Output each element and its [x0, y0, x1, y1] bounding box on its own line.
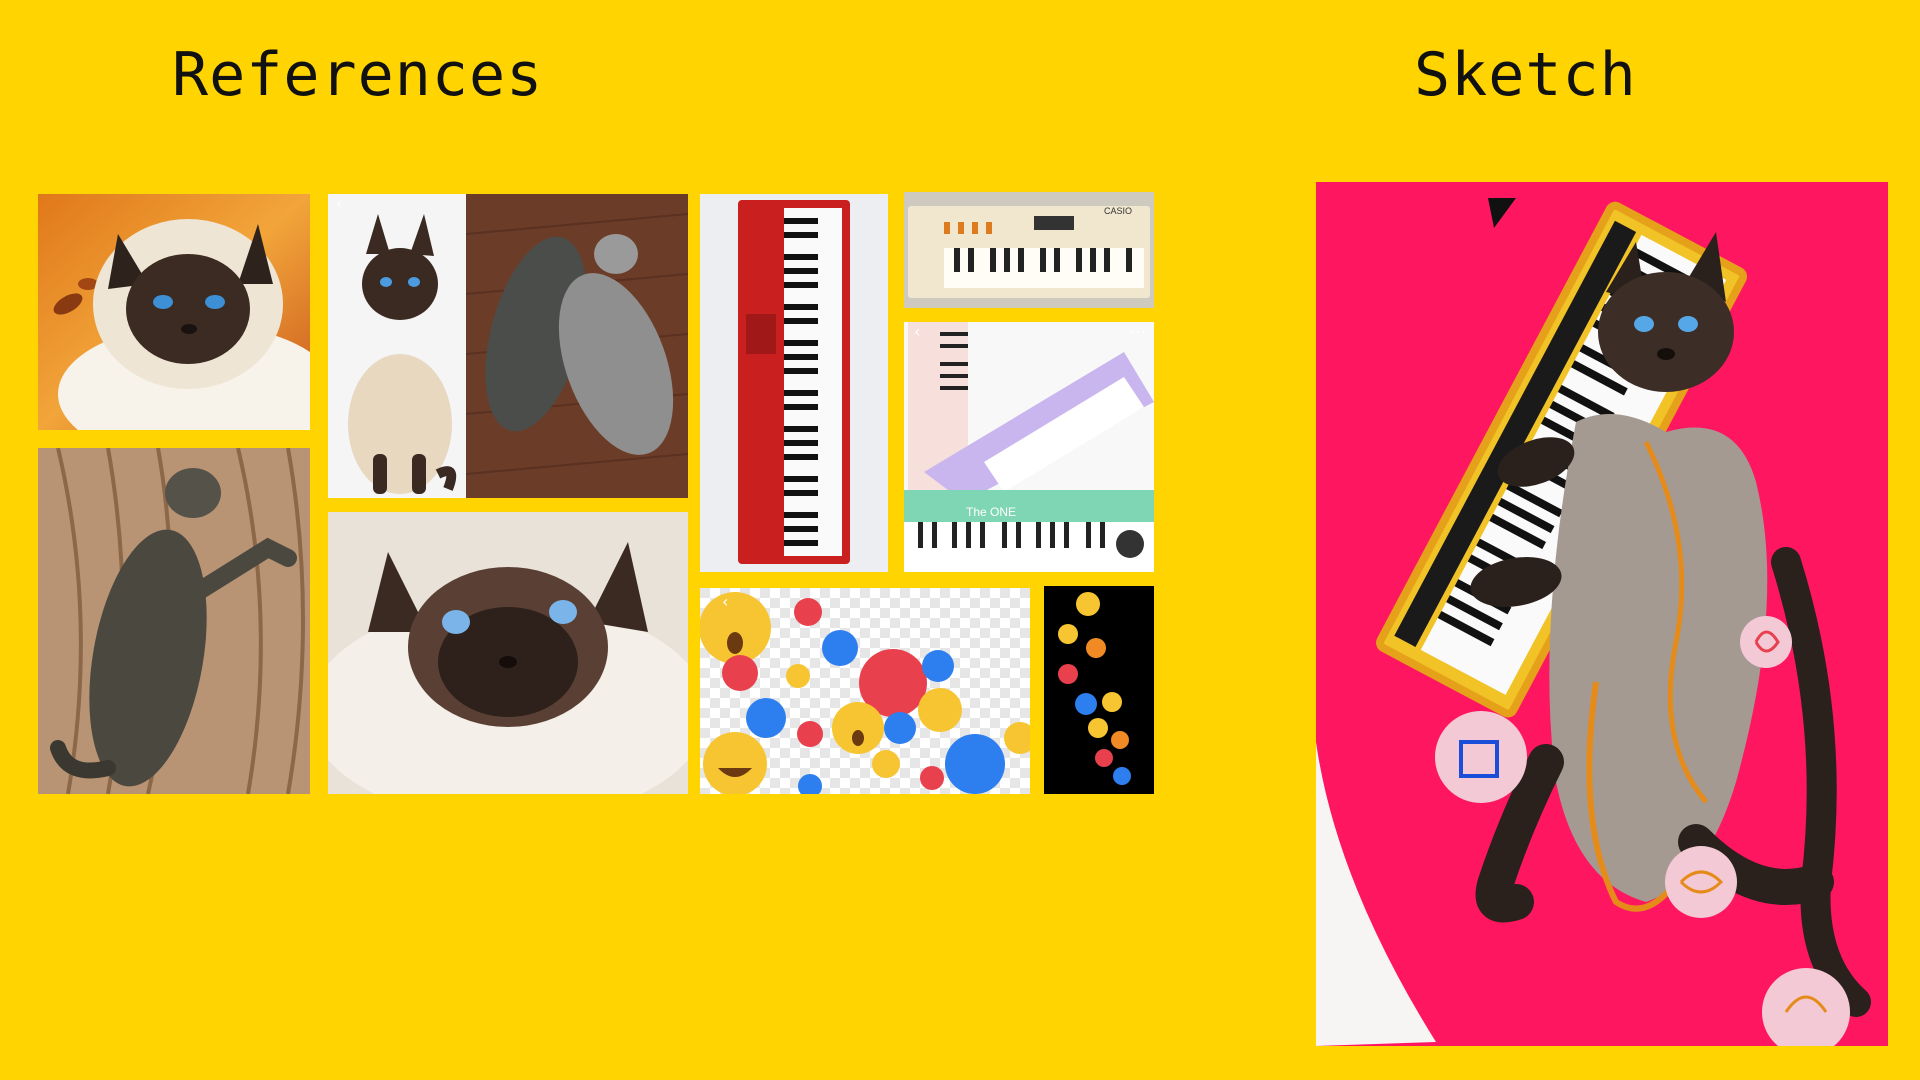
sketch-artwork[interactable]: [1316, 182, 1888, 1046]
back-chevron-icon[interactable]: ‹: [914, 322, 920, 341]
reference-image-two-grey-cats[interactable]: [466, 194, 688, 498]
sketch-heading: Sketch: [1414, 40, 1637, 110]
back-chevron-icon[interactable]: ‹: [722, 592, 728, 611]
casio-logo: CASIO: [1104, 206, 1132, 216]
reference-image-himalayan-cat[interactable]: [328, 512, 688, 794]
back-chevron-icon: ‹: [336, 196, 342, 212]
reference-image-purple-teal-keyboards[interactable]: The ONE ‹ ⋯: [904, 322, 1154, 572]
reference-image-reaction-emojis-black[interactable]: [1044, 586, 1154, 794]
references-heading: References: [172, 40, 544, 110]
reference-image-reaction-emojis[interactable]: ‹: [700, 588, 1030, 794]
more-options-icon[interactable]: ⋯: [1130, 322, 1146, 341]
reference-image-birman-cat[interactable]: [38, 194, 310, 430]
keyboard-brand-label: The ONE: [966, 505, 1016, 519]
reference-image-tabby-cat[interactable]: [38, 448, 310, 794]
reference-image-red-keyboard[interactable]: [700, 194, 888, 572]
reference-image-casio-keyboard[interactable]: CASIO: [904, 192, 1154, 308]
reference-image-siamese-sitting[interactable]: ‹: [328, 194, 466, 498]
